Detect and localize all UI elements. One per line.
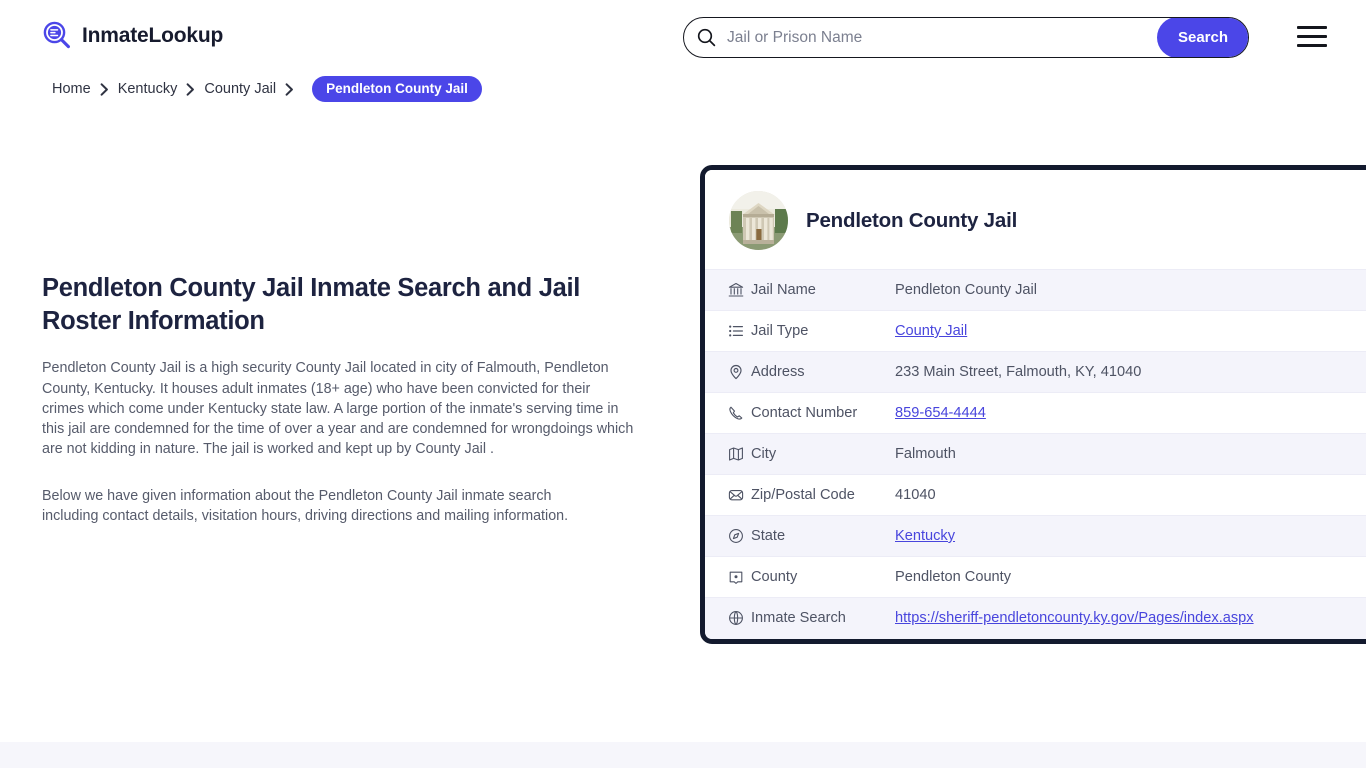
row-value-link[interactable]: Kentucky [891,515,1366,557]
row-value: Pendleton County [891,556,1366,598]
row-label: Address [751,351,891,393]
table-row: State Kentucky [705,515,1366,557]
breadcrumb: Home Kentucky County Jail Pendleton Coun… [52,76,482,102]
phone-icon [705,392,751,434]
intro-paragraph-1: Pendleton County Jail is a high security… [42,360,634,458]
breadcrumb-current-page: Pendleton County Jail [312,76,482,102]
state-link[interactable]: Kentucky [895,528,955,544]
burger-line [1297,44,1327,47]
chevron-right-icon [186,82,195,96]
hamburger-menu-icon[interactable] [1297,26,1327,47]
search-input[interactable] [716,18,1157,57]
chevron-right-icon [285,82,294,96]
row-label: County [751,556,891,598]
burger-line [1297,26,1327,29]
article-intro: Pendleton County Jail Inmate Search and … [42,272,642,526]
search-bar[interactable]: Search [683,17,1249,58]
row-value: Falmouth [891,433,1366,475]
county-marker-icon [705,556,751,598]
table-row: Inmate Search https://sheriff-pendletonc… [705,597,1366,639]
breadcrumb-item-kentucky[interactable]: Kentucky [118,81,178,97]
row-value-link[interactable]: 859-654-4444 [891,392,1366,434]
courthouse-building-photo [729,191,788,250]
globe-icon [705,597,751,639]
jail-type-link[interactable]: County Jail [895,323,967,339]
contact-number-link[interactable]: 859-654-4444 [895,405,986,421]
jail-info-card-title: Pendleton County Jail [806,208,1018,232]
site-header: InmateLookup Search [0,0,1366,72]
jail-info-card-header: Pendleton County Jail [705,170,1366,269]
page-title: Pendleton County Jail Inmate Search and … [42,274,581,335]
inmate-search-url-link[interactable]: https://sheriff-pendletoncounty.ky.gov/P… [895,610,1254,626]
row-label: State [751,515,891,557]
table-row: County Pendleton County [705,556,1366,598]
list-icon [705,310,751,352]
row-value-link[interactable]: https://sheriff-pendletoncounty.ky.gov/P… [891,597,1366,639]
row-label: City [751,433,891,475]
table-row: Address 233 Main Street, Falmouth, KY, 4… [705,351,1366,393]
magnifier-list-icon [40,19,74,53]
intro-paragraph-2: Below we have given information about th… [42,487,569,525]
row-value-link[interactable]: County Jail [891,310,1366,352]
search-button[interactable]: Search [1157,18,1248,57]
row-label: Contact Number [751,392,891,434]
jail-info-card: Pendleton County Jail Jail Name Pendleto… [700,165,1366,644]
row-value: 233 Main Street, Falmouth, KY, 41040 [891,351,1366,393]
bank-building-icon [705,269,751,311]
burger-line [1297,35,1327,38]
jail-info-table: Jail Name Pendleton County Jail Jail Typ… [705,269,1366,639]
footer-band [0,742,1366,768]
row-label: Zip/Postal Code [751,474,891,516]
search-icon [697,28,716,47]
brand-logo-link[interactable]: InmateLookup [40,19,223,53]
chevron-right-icon [100,82,109,96]
compass-icon [705,515,751,557]
envelope-icon [705,474,751,516]
map-icon [705,433,751,475]
table-row: Jail Name Pendleton County Jail [705,269,1366,311]
row-label: Inmate Search [751,597,891,639]
row-label: Jail Type [751,310,891,352]
table-row: Contact Number 859-654-4444 [705,392,1366,434]
table-row: Zip/Postal Code 41040 [705,474,1366,516]
row-value: 41040 [891,474,1366,516]
row-label: Jail Name [751,269,891,311]
table-row: City Falmouth [705,433,1366,475]
breadcrumb-item-home[interactable]: Home [52,81,91,97]
row-value: Pendleton County Jail [891,269,1366,311]
breadcrumb-item-county-jail[interactable]: County Jail [204,81,276,97]
brand-name: InmateLookup [82,24,224,47]
table-row: Jail Type County Jail [705,310,1366,352]
map-pin-icon [705,351,751,393]
